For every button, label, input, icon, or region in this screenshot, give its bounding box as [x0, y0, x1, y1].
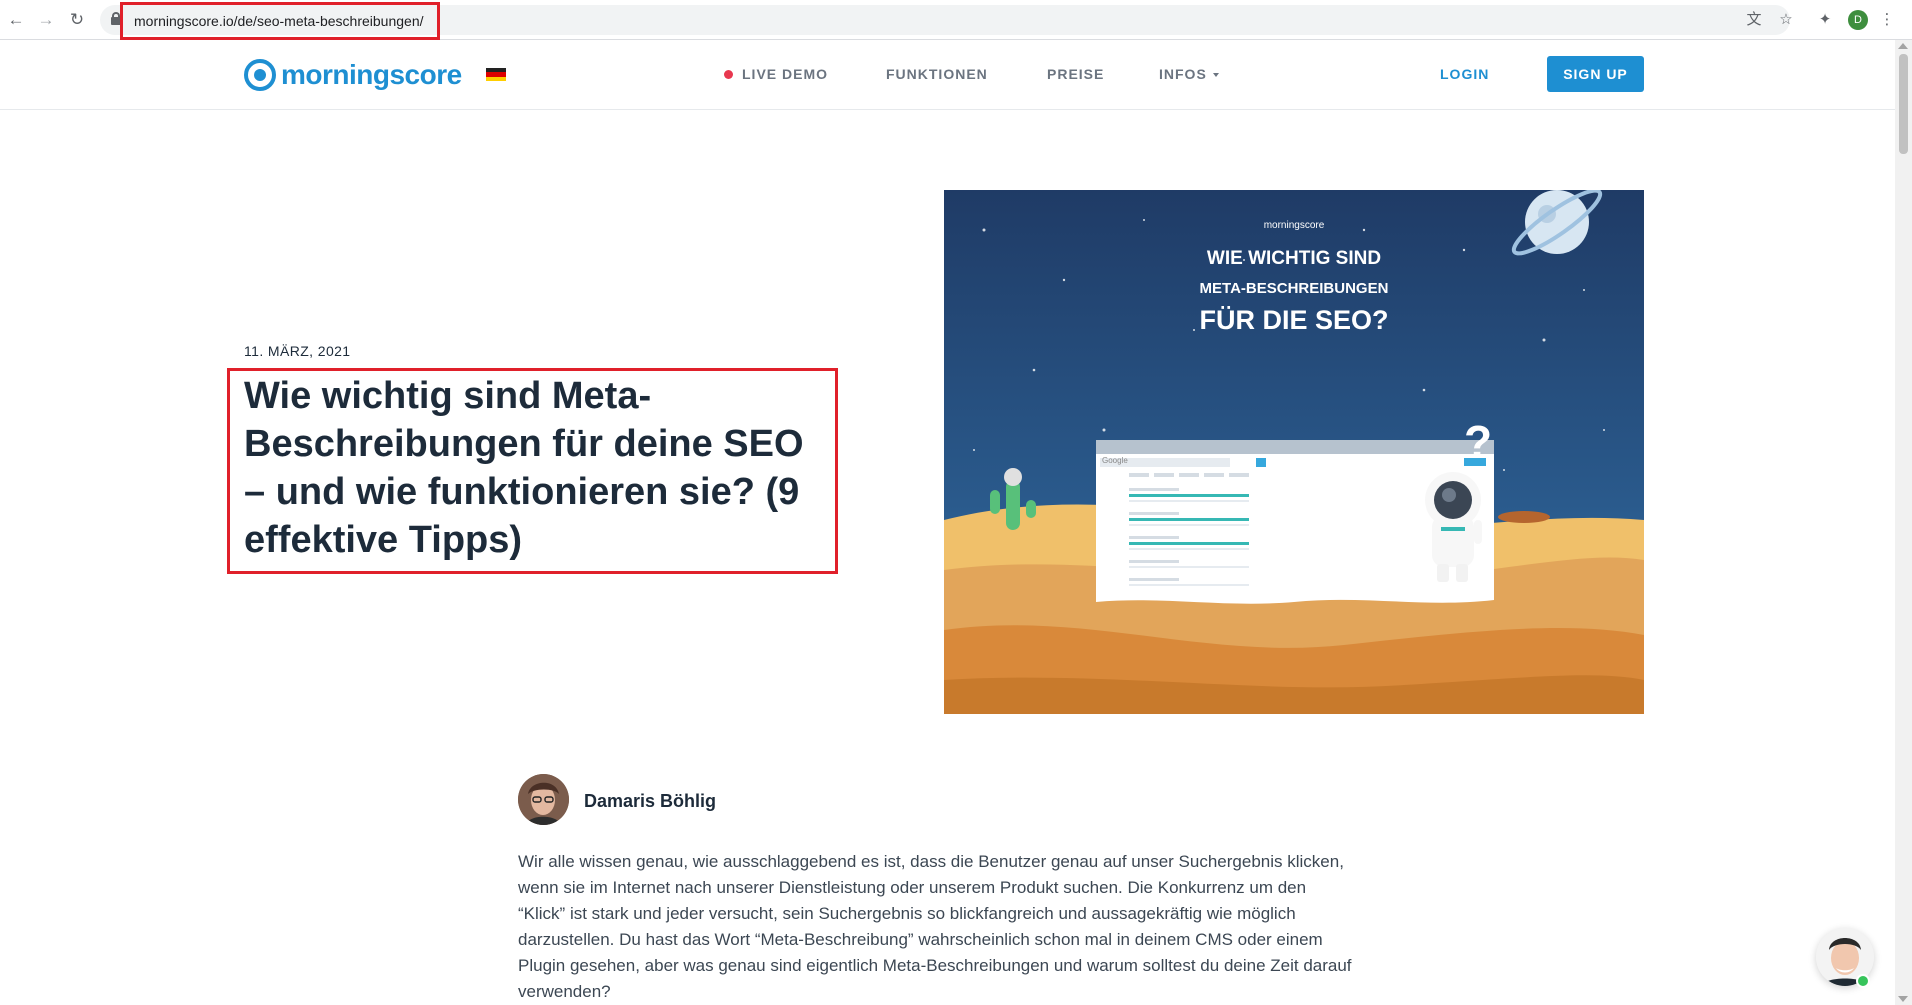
- post-date: 11. MÄRZ, 2021: [244, 343, 351, 359]
- url-highlight-box: [120, 2, 440, 40]
- nav-live-demo[interactable]: LIVE DEMO: [742, 66, 828, 82]
- author-name[interactable]: Damaris Böhlig: [584, 791, 716, 812]
- site-logo[interactable]: morningscore: [244, 58, 462, 92]
- scrollbar-thumb[interactable]: [1899, 54, 1908, 154]
- hero-brand-label: morningscore: [1263, 220, 1325, 231]
- logo-circle-icon: [244, 59, 276, 91]
- signup-button[interactable]: SIGN UP: [1547, 56, 1644, 92]
- scroll-up-arrow-icon[interactable]: [1898, 43, 1908, 49]
- live-indicator-dot-icon: [724, 70, 733, 79]
- scroll-down-arrow-icon[interactable]: [1898, 996, 1908, 1002]
- profile-avatar[interactable]: D: [1848, 10, 1868, 30]
- author-avatar[interactable]: [518, 774, 569, 825]
- more-menu-icon[interactable]: ⋮: [1878, 11, 1896, 29]
- star-icon[interactable]: ☆: [1777, 11, 1795, 29]
- nav-preise[interactable]: PREISE: [1047, 66, 1104, 82]
- translate-icon[interactable]: 文: [1745, 11, 1763, 29]
- hero-headline-line2: META-BESCHREIBUNGEN: [1199, 280, 1389, 297]
- logo-text: morningscore: [281, 59, 462, 90]
- post-title: Wie wichtig sind Meta-Beschreibungen für…: [244, 375, 804, 561]
- hero-illustration: ? morningscore WIE WICHTIG SIND META-BES…: [944, 190, 1644, 714]
- back-arrow-icon[interactable]: ←: [6, 10, 26, 30]
- nav-infos[interactable]: INFOS: [1159, 66, 1219, 82]
- nav-infos-label: INFOS: [1159, 66, 1207, 82]
- reload-icon[interactable]: ↻: [67, 10, 87, 30]
- hero-headline-line3: FÜR DIE SEO?: [1199, 305, 1389, 335]
- chat-online-indicator: [1856, 974, 1870, 988]
- hero-headline-line1: WIE WICHTIG SIND: [1206, 248, 1382, 269]
- article-intro: Wir alle wissen genau, wie ausschlaggebe…: [518, 852, 1352, 1001]
- hero-search-brand: Google: [1102, 456, 1128, 465]
- login-link[interactable]: LOGIN: [1440, 66, 1489, 82]
- forward-arrow-icon[interactable]: →: [36, 10, 56, 30]
- page-scrollbar[interactable]: [1895, 40, 1912, 1005]
- svg-text:?: ?: [1464, 416, 1492, 468]
- extensions-puzzle-icon[interactable]: ✦: [1816, 11, 1834, 29]
- nav-funktionen[interactable]: FUNKTIONEN: [886, 66, 988, 82]
- chevron-down-icon: [1212, 73, 1219, 78]
- author-portrait-icon: [518, 774, 569, 825]
- german-flag-icon[interactable]: [486, 68, 506, 81]
